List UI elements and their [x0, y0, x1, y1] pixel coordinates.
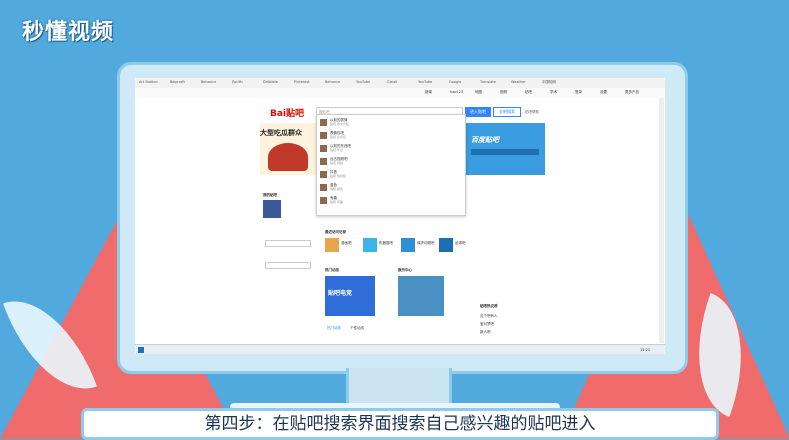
nav-link[interactable]: 登录	[575, 90, 582, 95]
hot-list-item[interactable]: 宝可梦吧	[480, 322, 494, 327]
browser-screen: Art Station Bagcraft Behance Pacific Dribbbl…	[135, 78, 665, 354]
recent-name[interactable]: 机器猫吧	[379, 241, 393, 246]
nav-link[interactable]: hao123	[450, 90, 463, 94]
suggestion-sub: 贴吧·怀旧	[330, 148, 343, 152]
bookmark-item[interactable]: 中国知网	[542, 80, 556, 86]
bookmark-item[interactable]: Weather	[511, 80, 526, 86]
suggestion-item[interactable]: 远古视频吧 贴吧·视频	[320, 157, 460, 167]
nav-link[interactable]: 设置	[600, 90, 607, 95]
sidebar-btn-2[interactable]	[265, 262, 311, 269]
search-suggestions: 以前的表情 贴吧·欢迎光临 表情包吧 贴吧·表情包 以前的东西吧 贴吧·怀旧 远古视频吧 贴吧…	[316, 114, 466, 216]
suggestion-item[interactable]: 以前的东西吧 贴吧·怀旧	[320, 144, 460, 154]
suggestion-thumb	[320, 119, 327, 126]
live-thumbnail[interactable]	[398, 276, 444, 316]
suggestion-item[interactable]: 有趣 贴吧·有趣	[320, 196, 460, 206]
recent-visits-title: 最近访问记录	[325, 230, 346, 234]
recent-thumb[interactable]	[363, 238, 377, 252]
suggestion-thumb	[320, 132, 327, 139]
tieba-logo[interactable]: Bai贴吧	[270, 106, 304, 119]
suggestion-sub: 贴吧·欢迎光临	[330, 122, 349, 126]
suggestion-thumb	[320, 145, 327, 152]
bookmark-item[interactable]: Translate	[480, 80, 496, 86]
esports-banner[interactable]: 贴吧电竞	[325, 276, 375, 316]
promo-banner[interactable]: 百度贴吧	[465, 123, 545, 175]
sidebar-buttons	[263, 238, 313, 288]
bookmark-item[interactable]: Dribbble	[263, 80, 278, 86]
bookmark-item[interactable]: Bagcraft	[170, 80, 185, 86]
suggestion-sub: 贴吧·表情包	[330, 135, 346, 139]
my-tieba-title: 我的贴吧	[263, 193, 277, 197]
nav-link[interactable]: 新闻	[425, 90, 432, 95]
suggestion-item[interactable]: 以前的表情 贴吧·欢迎光临	[320, 118, 460, 128]
taskbar: 15:21	[135, 344, 665, 354]
sidebar-btn-1[interactable]	[265, 240, 311, 247]
page-scrollbar[interactable]	[659, 98, 664, 343]
hot-list-item[interactable]: 新人吧	[480, 330, 491, 335]
hot-list-title: 贴吧热议榜	[480, 304, 498, 308]
bookmark-item[interactable]: Google	[449, 80, 461, 86]
bookmark-item[interactable]: Art Station	[139, 80, 158, 86]
suggestion-sub: 贴吧·视频	[330, 161, 343, 165]
suggestion-thumb	[320, 171, 327, 178]
esports-text: 贴吧电竞	[328, 290, 353, 297]
promo-text: 百度贴吧	[471, 136, 499, 144]
recent-name[interactable]: 足球吧	[455, 241, 466, 246]
nav-link[interactable]: 地图	[475, 90, 482, 95]
nav-link[interactable]: 更多产品	[625, 90, 639, 95]
suggestion-item[interactable]: 蓝色 贴吧·颜色	[320, 183, 460, 193]
monitor-stand	[346, 368, 452, 406]
brand-logo: 秒懂视频	[22, 20, 115, 45]
recent-thumb[interactable]	[325, 238, 339, 252]
start-icon[interactable]	[138, 347, 144, 353]
banner-illustration	[268, 143, 308, 171]
enter-tieba-button[interactable]: 进入贴吧	[465, 107, 491, 117]
hot-list-item[interactable]: 这个吧有人	[480, 314, 498, 319]
bookmark-item[interactable]: Pacific	[232, 80, 243, 86]
tab-hot[interactable]: 热门动态	[327, 326, 341, 331]
nav-link[interactable]: 学术	[550, 90, 557, 95]
suggestion-thumb	[320, 184, 327, 191]
bookmark-item[interactable]: YouTube	[356, 80, 370, 86]
recent-thumb[interactable]	[439, 238, 453, 252]
recent-name[interactable]: 漫画吧	[341, 241, 352, 246]
banner-text: 大型吃瓜群众	[260, 129, 302, 137]
suggestion-thumb	[320, 197, 327, 204]
search-all-button[interactable]: 全吧搜索	[493, 107, 521, 117]
nav-link[interactable]: 贴吧	[525, 90, 532, 95]
tab-personal[interactable]: 个性动态	[350, 326, 364, 331]
live-section-title: 娱乐中心	[398, 268, 412, 272]
promo-digits	[471, 149, 539, 155]
user-avatar[interactable]	[263, 200, 281, 218]
suggestion-sub: 贴吧·短视频	[330, 174, 346, 178]
suggestion-thumb	[320, 158, 327, 165]
suggestion-sub: 贴吧·有趣	[330, 200, 343, 204]
banner-image: 大型吃瓜群众	[260, 123, 320, 175]
bookmark-item[interactable]: Gmail	[387, 80, 397, 86]
nav-link[interactable]: 视频	[500, 90, 507, 95]
bookmark-item[interactable]: YouTube	[418, 80, 432, 86]
suggestion-item[interactable]: 表情包吧 贴吧·表情包	[320, 131, 460, 141]
bookmark-item[interactable]: Behance	[201, 80, 216, 86]
recent-name[interactable]: 保护动物吧	[417, 241, 435, 246]
taskbar-clock: 15:21	[640, 348, 651, 352]
recent-thumb[interactable]	[401, 238, 415, 252]
suggestion-item[interactable]: 抖音 贴吧·短视频	[320, 170, 460, 180]
hot-section-title: 热门动态	[325, 268, 339, 272]
bookmark-item[interactable]: Pinterest	[294, 80, 309, 86]
top-nav: 新闻 hao123 地图 视频 贴吧 学术 登录 设置 更多产品	[135, 88, 665, 98]
suggestion-sub: 贴吧·颜色	[330, 187, 343, 191]
help-link[interactable]: 贴吧帮助	[525, 110, 539, 115]
bookmark-item[interactable]: Behance	[325, 80, 340, 86]
step-caption: 第四步：在贴吧搜索界面搜索自己感兴趣的贴吧进入	[81, 408, 719, 440]
